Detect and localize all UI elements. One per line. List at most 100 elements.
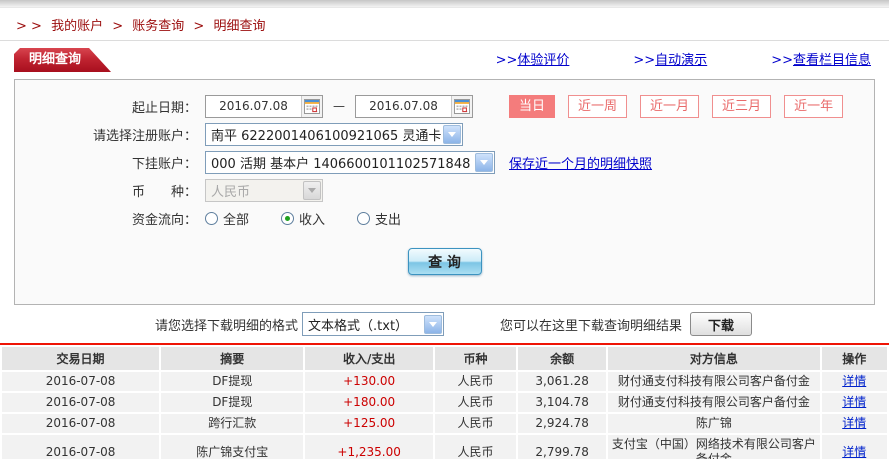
cell-action: 详情 bbox=[821, 435, 887, 459]
flow-radio-income[interactable]: 收入 bbox=[277, 209, 325, 228]
register-account-label: 请选择注册账户： bbox=[92, 128, 197, 144]
link-label: 自动演示 bbox=[655, 53, 708, 68]
quick-date-month-button[interactable]: 近一月 bbox=[640, 94, 700, 118]
breadcrumb-separator: > bbox=[112, 19, 124, 34]
calendar-icon-glyph bbox=[304, 98, 320, 114]
cell-summary: 陈广锦支付宝 bbox=[161, 435, 304, 459]
download-format-select[interactable]: 文本格式（.txt） bbox=[302, 312, 445, 336]
end-date-input[interactable]: 2016.07.08 bbox=[355, 94, 473, 118]
cell-counterparty: 陈广锦 bbox=[608, 414, 820, 433]
sub-account-value: 000 活期 基本户 1406600101102571848 bbox=[211, 156, 471, 172]
cell-date: 2016-07-08 bbox=[2, 435, 160, 459]
header-summary: 摘要 bbox=[161, 347, 304, 370]
cell-amount: +1,235.00 bbox=[305, 435, 433, 459]
query-form-panel: 起止日期： 2016.07.08 — 2016.07.08 当日 近一周 近一月… bbox=[14, 79, 875, 305]
radio-icon bbox=[357, 211, 371, 225]
query-button[interactable]: 查 询 bbox=[407, 248, 482, 275]
currency-label: 币 种： bbox=[131, 184, 197, 200]
flow-radio-expense-label: 支出 bbox=[375, 212, 402, 228]
header-amount: 收入/支出 bbox=[305, 347, 433, 370]
detail-link[interactable]: 详情 bbox=[842, 416, 866, 430]
flow-radio-income-label: 收入 bbox=[299, 212, 326, 228]
download-result-label: 您可以在这里下载查询明细结果 bbox=[500, 318, 683, 334]
top-gradient-strip bbox=[0, 0, 889, 8]
cell-counterparty: 支付宝（中国）网络技术有限公司客户备付金 bbox=[608, 435, 820, 459]
breadcrumb-separator: > bbox=[193, 19, 205, 34]
detail-link[interactable]: 详情 bbox=[842, 374, 866, 388]
download-row: 请您选择下载明细的格式 文本格式（.txt） 您可以在这里下载查询明细结果 下载 bbox=[0, 305, 889, 343]
cell-action: 详情 bbox=[821, 414, 887, 433]
calendar-icon[interactable] bbox=[301, 95, 322, 117]
download-button[interactable]: 下载 bbox=[690, 312, 753, 336]
flow-radio-all-label: 全部 bbox=[223, 212, 250, 228]
header-currency: 币种 bbox=[434, 347, 517, 370]
cell-date: 2016-07-08 bbox=[2, 414, 160, 433]
breadcrumb-item-detail-query[interactable]: 明细查询 bbox=[213, 19, 265, 34]
fund-flow-row: 资金流向： 全部 收入 支出 bbox=[15, 204, 874, 232]
cell-summary: 跨行汇款 bbox=[161, 414, 304, 433]
link-label: 查看栏目信息 bbox=[792, 53, 871, 68]
fund-flow-label: 资金流向： bbox=[131, 212, 197, 228]
sub-account-select[interactable]: 000 活期 基本户 1406600101102571848 bbox=[205, 150, 495, 174]
detail-link[interactable]: 详情 bbox=[842, 395, 866, 409]
cell-balance: 2,924.78 bbox=[518, 414, 607, 433]
flow-radio-expense[interactable]: 支出 bbox=[353, 209, 401, 228]
table-row: 2016-07-08 跨行汇款 +125.00 人民币 2,924.78 陈广锦… bbox=[2, 414, 887, 433]
cell-amount: +180.00 bbox=[305, 393, 433, 412]
chevron-down-icon bbox=[424, 314, 443, 334]
save-monthly-snapshot-link[interactable]: 保存近一个月的明细快照 bbox=[509, 153, 652, 172]
cell-balance: 2,799.78 bbox=[518, 435, 607, 459]
start-date-input[interactable]: 2016.07.08 bbox=[205, 94, 323, 118]
register-account-select[interactable]: 南平 6222001406100921065 灵通卡 bbox=[205, 122, 463, 146]
currency-row: 币 种： 人民币 bbox=[15, 176, 874, 204]
breadcrumb-item-my-account[interactable]: 我的账户 bbox=[51, 19, 103, 34]
table-row: 2016-07-08 DF提现 +180.00 人民币 3,104.78 财付通… bbox=[2, 393, 887, 412]
currency-select-disabled: 人民币 bbox=[205, 178, 323, 202]
table-row: 2016-07-08 DF提现 +130.00 人民币 3,061.28 财付通… bbox=[2, 372, 887, 391]
quick-date-today-button[interactable]: 当日 bbox=[509, 94, 556, 118]
link-experience-rating[interactable]: >>体验评价 bbox=[496, 49, 570, 68]
cell-balance: 3,104.78 bbox=[518, 393, 607, 412]
cell-currency: 人民币 bbox=[434, 393, 517, 412]
cell-amount: +130.00 bbox=[305, 372, 433, 391]
link-arrow-prefix: >> bbox=[633, 53, 656, 68]
cell-action: 详情 bbox=[821, 393, 887, 412]
flow-radio-all[interactable]: 全部 bbox=[201, 209, 249, 228]
end-date-value: 2016.07.08 bbox=[369, 99, 438, 113]
download-format-value: 文本格式（.txt） bbox=[308, 318, 409, 334]
calendar-icon[interactable] bbox=[451, 95, 472, 117]
chevron-down-icon bbox=[303, 180, 321, 200]
calendar-icon-glyph bbox=[454, 98, 470, 114]
cell-currency: 人民币 bbox=[434, 372, 517, 391]
link-arrow-prefix: >> bbox=[771, 53, 793, 68]
link-auto-demo[interactable]: >>自动演示 bbox=[633, 49, 707, 68]
cell-counterparty: 财付通支付科技有限公司客户备付金 bbox=[608, 372, 820, 391]
header-date: 交易日期 bbox=[2, 347, 160, 370]
cell-summary: DF提现 bbox=[161, 393, 304, 412]
breadcrumb: > > 我的账户 > 账务查询 > 明细查询 bbox=[0, 8, 889, 41]
header-links: >>体验评价 >>自动演示 >>查看栏目信息 bbox=[496, 49, 875, 72]
radio-icon bbox=[205, 211, 218, 225]
cell-summary: DF提现 bbox=[161, 372, 304, 391]
start-date-value: 2016.07.08 bbox=[219, 99, 288, 113]
quick-date-quarter-button[interactable]: 近三月 bbox=[712, 94, 772, 118]
quick-date-week-button[interactable]: 近一周 bbox=[568, 94, 628, 118]
cell-date: 2016-07-08 bbox=[2, 372, 160, 391]
date-range-row: 起止日期： 2016.07.08 — 2016.07.08 当日 近一周 近一月… bbox=[15, 92, 874, 120]
transaction-table: 交易日期 摘要 收入/支出 币种 余额 对方信息 操作 2016-07-08 D… bbox=[0, 345, 889, 459]
date-range-dash: — bbox=[333, 99, 345, 113]
query-button-row: 查 询 bbox=[15, 248, 874, 275]
table-header-row: 交易日期 摘要 收入/支出 币种 余额 对方信息 操作 bbox=[2, 347, 887, 370]
link-view-column-info[interactable]: >>查看栏目信息 bbox=[771, 49, 871, 68]
currency-value: 人民币 bbox=[211, 184, 251, 200]
breadcrumb-prefix: > > bbox=[16, 19, 42, 34]
quick-date-year-button[interactable]: 近一年 bbox=[784, 94, 844, 118]
detail-link[interactable]: 详情 bbox=[842, 445, 866, 459]
cell-date: 2016-07-08 bbox=[2, 393, 160, 412]
chevron-down-icon bbox=[475, 152, 493, 172]
cell-currency: 人民币 bbox=[434, 435, 517, 459]
page-title-ribbon: 明细查询 bbox=[14, 48, 111, 72]
link-arrow-prefix: >> bbox=[495, 53, 518, 68]
breadcrumb-item-account-query[interactable]: 账务查询 bbox=[132, 19, 184, 34]
sub-account-label: 下挂账户： bbox=[131, 156, 197, 172]
